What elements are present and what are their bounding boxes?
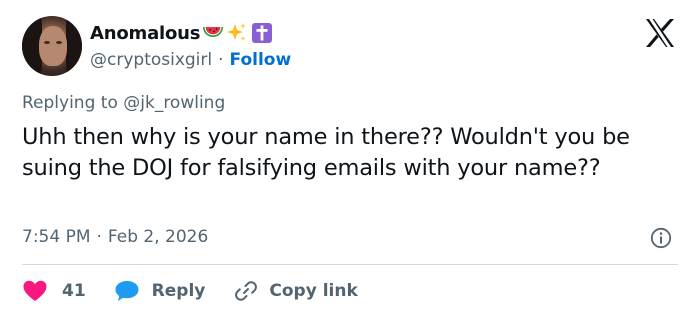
actions-bar: 41 Reply Copy link xyxy=(22,277,358,305)
time-separator: · xyxy=(96,227,102,247)
sparkles-emoji xyxy=(226,22,248,44)
tweet-text: Uhh then why is your name in there?? Wou… xyxy=(22,124,630,181)
watermelon-emoji xyxy=(202,24,224,42)
avatar[interactable] xyxy=(22,16,82,76)
like-button[interactable]: 41 xyxy=(22,279,86,303)
author-name-row[interactable]: Anomalous xyxy=(90,20,274,46)
x-logo-icon[interactable] xyxy=(644,18,676,48)
follow-button[interactable]: Follow xyxy=(230,50,292,70)
like-count: 41 xyxy=(62,281,86,301)
replying-to[interactable]: Replying to @jk_rowling xyxy=(22,93,225,113)
reply-label: Reply xyxy=(151,281,206,301)
heart-icon xyxy=(23,280,47,301)
copy-link-label: Copy link xyxy=(269,281,358,301)
tweet-card: Anomalous @cryptosixgirl · Follow Replyi… xyxy=(0,0,700,318)
divider xyxy=(22,264,678,265)
user-handle[interactable]: @cryptosixgirl xyxy=(90,50,212,70)
latin-cross-emoji xyxy=(250,21,274,45)
tweet-time: 7:54 PM xyxy=(22,227,91,247)
copy-link-button[interactable]: Copy link xyxy=(233,279,358,303)
handle-separator: · xyxy=(218,50,224,70)
tweet-date: Feb 2, 2026 xyxy=(107,227,209,247)
handle-row: @cryptosixgirl · Follow xyxy=(90,48,291,72)
reply-button[interactable]: Reply xyxy=(114,279,206,303)
speech-bubble-icon xyxy=(115,281,139,301)
link-icon xyxy=(235,281,258,301)
display-name[interactable]: Anomalous xyxy=(90,23,200,44)
info-icon[interactable] xyxy=(650,227,672,249)
timestamp[interactable]: 7:54 PM · Feb 2, 2026 xyxy=(22,227,208,247)
